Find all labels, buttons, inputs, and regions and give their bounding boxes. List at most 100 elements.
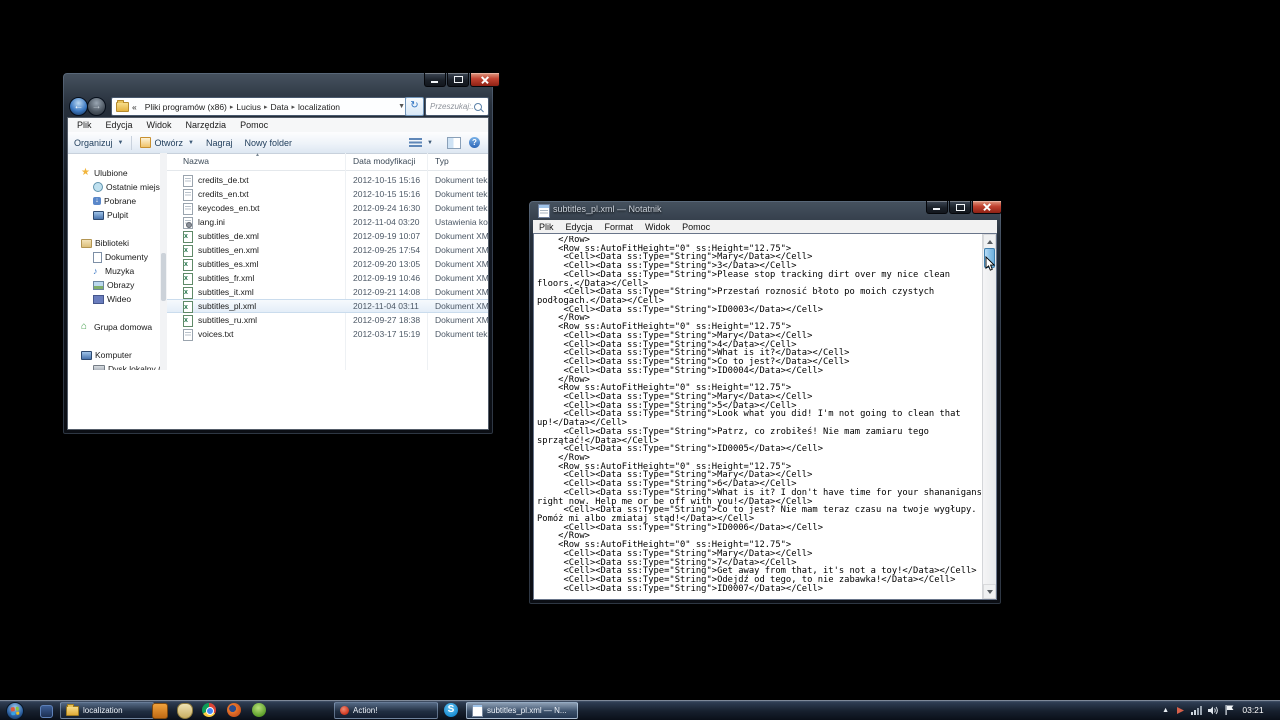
sidebar-item[interactable]: Pulpit bbox=[68, 208, 160, 222]
sidebar-item[interactable]: Komputer bbox=[68, 348, 160, 362]
file-row[interactable]: voices.txt 2012-03-17 15:19 Dokument tek… bbox=[167, 327, 488, 341]
show-hidden-icons-icon[interactable]: ▲ bbox=[1162, 707, 1169, 714]
minimize-button[interactable] bbox=[424, 73, 446, 87]
address-bar[interactable]: « Pliki programów (x86) ▸ Lucius ▸ Data … bbox=[111, 97, 409, 116]
menu-widok[interactable]: Widok bbox=[140, 120, 179, 130]
breadcrumb-separator-icon: ▸ bbox=[288, 103, 298, 111]
taskbar-button-action[interactable]: Action! bbox=[334, 702, 438, 719]
network-icon[interactable] bbox=[1191, 706, 1202, 715]
sidebar-item[interactable]: Dysk lokalny (C: bbox=[68, 362, 160, 370]
file-row[interactable]: keycodes_en.txt 2012-09-24 16:30 Dokumen… bbox=[167, 201, 488, 215]
sidebar-item[interactable]: Pobrane bbox=[68, 194, 160, 208]
notepad-icon bbox=[538, 204, 550, 218]
column-header-date[interactable]: Data modyfikacji bbox=[353, 156, 415, 166]
file-row[interactable]: subtitles_de.xml 2012-09-19 10:07 Dokume… bbox=[167, 229, 488, 243]
pinned-green-app-icon[interactable] bbox=[252, 703, 266, 717]
documents-icon bbox=[93, 252, 102, 263]
taskbar-clock[interactable]: 03:21 bbox=[1240, 705, 1266, 715]
menu-pomoc[interactable]: Pomoc bbox=[676, 222, 716, 232]
menu-widok[interactable]: Widok bbox=[639, 222, 676, 232]
taskbar-button-notepad[interactable]: subtitles_pl.xml — N... bbox=[466, 702, 578, 719]
firefox-icon[interactable] bbox=[227, 703, 241, 717]
search-box[interactable]: Przeszukaj:... bbox=[425, 97, 489, 116]
file-row[interactable]: subtitles_fr.xml 2012-09-19 10:46 Dokume… bbox=[167, 271, 488, 285]
file-row[interactable]: credits_en.txt 2012-10-15 15:16 Dokument… bbox=[167, 187, 488, 201]
star-icon bbox=[81, 168, 91, 178]
sort-caret-icon: ▲ bbox=[255, 153, 260, 158]
scroll-down-icon[interactable] bbox=[983, 584, 996, 599]
file-row[interactable]: subtitles_pl.xml 2012-11-04 03:11 Dokume… bbox=[167, 299, 488, 313]
menu-narzedzia[interactable]: Narzędzia bbox=[179, 120, 234, 130]
close-button[interactable] bbox=[470, 73, 500, 87]
menu-edycja[interactable]: Edycja bbox=[560, 222, 599, 232]
maximize-button[interactable] bbox=[447, 73, 469, 87]
back-button[interactable]: ← bbox=[69, 97, 88, 116]
vertical-scrollbar[interactable] bbox=[982, 234, 996, 599]
chevron-down-icon: ▼ bbox=[118, 140, 124, 146]
close-button[interactable] bbox=[972, 201, 1002, 214]
column-header-name[interactable]: Nazwa bbox=[183, 156, 209, 166]
file-row[interactable]: lang.ini 2012-11-04 03:20 Ustawienia kon… bbox=[167, 215, 488, 229]
menu-pomoc[interactable]: Pomoc bbox=[233, 120, 275, 130]
burn-button[interactable]: Nagraj bbox=[200, 136, 239, 150]
pinned-app-icon[interactable] bbox=[40, 705, 53, 718]
scroll-up-icon[interactable] bbox=[983, 234, 996, 249]
file-row[interactable]: subtitles_it.xml 2012-09-21 14:08 Dokume… bbox=[167, 285, 488, 299]
breadcrumb-crumb[interactable]: localization bbox=[298, 102, 340, 112]
taskbar-button-localization[interactable]: localization bbox=[60, 702, 154, 719]
sidebar-item[interactable]: Dokumenty bbox=[68, 250, 160, 264]
pinned-shield-app-icon[interactable] bbox=[177, 703, 193, 719]
menu-plik[interactable]: Plik bbox=[70, 120, 99, 130]
menu-edycja[interactable]: Edycja bbox=[99, 120, 140, 130]
libraries-icon bbox=[81, 239, 92, 248]
sidebar-item[interactable]: Muzyka bbox=[68, 264, 160, 278]
xml-icon bbox=[183, 273, 193, 285]
file-row[interactable]: subtitles_ru.xml 2012-09-27 18:38 Dokume… bbox=[167, 313, 488, 327]
maximize-button[interactable] bbox=[949, 201, 971, 214]
action-tray-icon[interactable] bbox=[1176, 706, 1185, 715]
pinned-orange-app-icon[interactable] bbox=[152, 703, 168, 719]
breadcrumb-crumb[interactable]: Pliki programów (x86) bbox=[145, 102, 227, 112]
notepad-text[interactable]: </Row> <Row ss:AutoFitHeight="0" ss:Heig… bbox=[537, 236, 981, 597]
breadcrumb-separator-icon: ▸ bbox=[227, 103, 237, 111]
file-row[interactable]: subtitles_en.xml 2012-09-25 17:54 Dokume… bbox=[167, 243, 488, 257]
start-button[interactable] bbox=[6, 702, 24, 720]
sidebar-item[interactable]: Ostatnie miejsca bbox=[68, 180, 160, 194]
xml-icon bbox=[183, 231, 193, 243]
chrome-icon[interactable] bbox=[202, 703, 216, 717]
skype-icon[interactable]: S bbox=[444, 703, 458, 717]
breadcrumb-crumb[interactable]: Lucius bbox=[236, 102, 261, 112]
chevron-down-icon: ▼ bbox=[427, 140, 433, 146]
file-row[interactable]: subtitles_es.xml 2012-09-20 13:05 Dokume… bbox=[167, 257, 488, 271]
minimize-button[interactable] bbox=[926, 201, 948, 214]
refresh-button[interactable]: ↻ bbox=[405, 97, 424, 116]
views-button[interactable]: ▼ bbox=[403, 136, 439, 149]
music-icon bbox=[93, 267, 102, 276]
menu-format[interactable]: Format bbox=[599, 222, 640, 232]
volume-icon[interactable] bbox=[1208, 706, 1219, 715]
breadcrumb-crumb[interactable]: Data bbox=[271, 102, 289, 112]
sidebar-item[interactable]: Obrazy bbox=[68, 278, 160, 292]
sidebar-item[interactable]: Ulubione bbox=[68, 166, 160, 180]
sidebar-item[interactable]: Wideo bbox=[68, 292, 160, 306]
file-rows: credits_de.txt 2012-10-15 15:16 Dokument… bbox=[167, 173, 488, 341]
xml-icon bbox=[183, 287, 193, 299]
file-row[interactable]: credits_de.txt 2012-10-15 15:16 Dokument… bbox=[167, 173, 488, 187]
preview-pane-icon[interactable] bbox=[447, 137, 461, 149]
folder-icon bbox=[66, 706, 79, 716]
forward-button[interactable]: → bbox=[87, 97, 106, 116]
address-dropdown-icon[interactable]: ▼ bbox=[394, 103, 405, 110]
action-center-flag-icon[interactable] bbox=[1225, 705, 1234, 715]
open-button[interactable]: Otwórz▼ bbox=[134, 135, 199, 150]
column-header-type[interactable]: Typ bbox=[435, 156, 449, 166]
explorer-window-controls bbox=[423, 73, 500, 87]
sidebar-item[interactable]: Biblioteki bbox=[68, 236, 160, 250]
column-headers: ▲ Nazwa Data modyfikacji Typ bbox=[167, 153, 488, 171]
open-icon bbox=[140, 137, 151, 148]
menu-plik[interactable]: Plik bbox=[533, 222, 560, 232]
help-icon[interactable]: ? bbox=[469, 137, 480, 148]
sidebar-item[interactable]: Grupa domowa bbox=[68, 320, 160, 334]
organize-button[interactable]: Organizuj▼ bbox=[68, 136, 129, 150]
new-folder-button[interactable]: Nowy folder bbox=[238, 136, 298, 150]
sidebar-scrollbar[interactable] bbox=[160, 153, 167, 370]
